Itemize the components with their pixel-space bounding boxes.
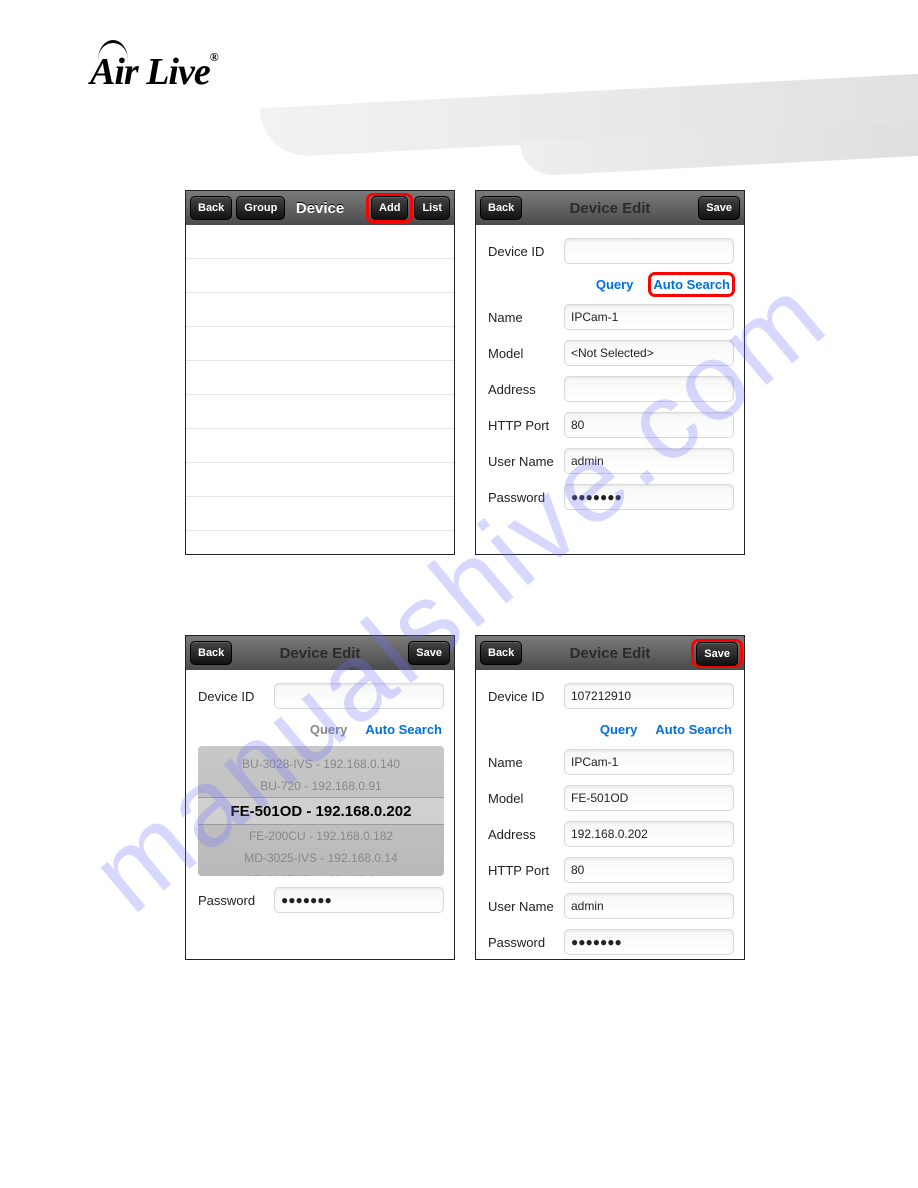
password-input[interactable]: ●●●●●●● bbox=[564, 484, 734, 510]
query-link[interactable]: Query bbox=[310, 722, 348, 737]
screenshot-device-list: Back Group Device Add List bbox=[185, 190, 455, 555]
device-id-input[interactable]: 107212910 bbox=[564, 683, 734, 709]
registered-mark: ® bbox=[210, 50, 218, 64]
empty-device-list bbox=[186, 225, 454, 554]
screenshot-device-edit-filled: Back Device Edit Save Device ID 10721291… bbox=[475, 635, 745, 960]
device-id-label: Device ID bbox=[488, 244, 564, 259]
address-input[interactable]: 192.168.0.202 bbox=[564, 821, 734, 847]
name-label: Name bbox=[488, 310, 564, 325]
save-button[interactable]: Save bbox=[698, 196, 740, 220]
picker-item[interactable]: BU-3028-IVS - 192.168.0.140 bbox=[198, 753, 444, 775]
brand-logo: Air Live® bbox=[90, 50, 218, 94]
device-id-label: Device ID bbox=[488, 689, 564, 704]
password-input[interactable]: ●●●●●●● bbox=[274, 887, 444, 913]
back-button[interactable]: Back bbox=[190, 196, 232, 220]
picker-item-selected[interactable]: FE-501OD - 192.168.0.202 bbox=[198, 797, 444, 825]
user-input[interactable]: admin bbox=[564, 448, 734, 474]
query-link[interactable]: Query bbox=[600, 722, 638, 737]
back-button[interactable]: Back bbox=[480, 196, 522, 220]
picker-item[interactable]: BU-3025-IVS - 192.168.0.147 bbox=[198, 746, 444, 753]
name-input[interactable]: IPCam-1 bbox=[564, 749, 734, 775]
user-label: User Name bbox=[488, 454, 564, 469]
save-button[interactable]: Save bbox=[696, 642, 738, 666]
name-input[interactable]: IPCam-1 bbox=[564, 304, 734, 330]
screenshot-device-edit-picker: Back Device Edit Save Device ID Query Au… bbox=[185, 635, 455, 960]
user-input[interactable]: admin bbox=[564, 893, 734, 919]
user-label: User Name bbox=[488, 899, 564, 914]
list-button[interactable]: List bbox=[414, 196, 450, 220]
autosearch-link[interactable]: Auto Search bbox=[365, 722, 442, 737]
model-label: Model bbox=[488, 346, 564, 361]
navbar: Back Group Device Add List bbox=[186, 191, 454, 225]
port-input[interactable]: 80 bbox=[564, 857, 734, 883]
navbar: Back Device Edit Save bbox=[476, 191, 744, 225]
save-button-highlight: Save bbox=[691, 639, 743, 667]
password-label: Password bbox=[488, 935, 564, 950]
add-button-highlight: Add bbox=[366, 193, 413, 223]
address-label: Address bbox=[488, 382, 564, 397]
navbar: Back Device Edit Save bbox=[186, 636, 454, 670]
autosearch-link[interactable]: Auto Search bbox=[653, 277, 730, 292]
group-button[interactable]: Group bbox=[236, 196, 285, 220]
port-label: HTTP Port bbox=[488, 863, 564, 878]
add-button[interactable]: Add bbox=[371, 196, 408, 220]
back-button[interactable]: Back bbox=[480, 641, 522, 665]
navbar: Back Device Edit Save bbox=[476, 636, 744, 670]
address-input[interactable] bbox=[564, 376, 734, 402]
port-input[interactable]: 80 bbox=[564, 412, 734, 438]
port-label: HTTP Port bbox=[488, 418, 564, 433]
password-label: Password bbox=[198, 893, 274, 908]
screenshot-device-edit-blank: Back Device Edit Save Device ID Query Au… bbox=[475, 190, 745, 555]
model-input[interactable]: FE-501OD bbox=[564, 785, 734, 811]
query-link[interactable]: Query bbox=[596, 277, 634, 292]
picker-item[interactable]: OD-2025HD - 192.168.0.114 bbox=[198, 869, 444, 876]
autosearch-highlight: Auto Search bbox=[648, 272, 735, 297]
model-label: Model bbox=[488, 791, 564, 806]
device-id-input[interactable] bbox=[274, 683, 444, 709]
picker-item[interactable]: FE-200CU - 192.168.0.182 bbox=[198, 825, 444, 847]
autosearch-link[interactable]: Auto Search bbox=[655, 722, 732, 737]
address-label: Address bbox=[488, 827, 564, 842]
picker-item[interactable]: MD-3025-IVS - 192.168.0.14 bbox=[198, 847, 444, 869]
back-button[interactable]: Back bbox=[190, 641, 232, 665]
name-label: Name bbox=[488, 755, 564, 770]
page-header: Air Live® bbox=[0, 0, 918, 170]
picker-item[interactable]: BU-720 - 192.168.0.91 bbox=[198, 775, 444, 797]
save-button[interactable]: Save bbox=[408, 641, 450, 665]
logo-arc-icon bbox=[98, 40, 128, 60]
password-input[interactable]: ●●●●●●● bbox=[564, 929, 734, 955]
device-picker[interactable]: BU-3025-IVS - 192.168.0.147 BU-3028-IVS … bbox=[198, 746, 444, 876]
password-label: Password bbox=[488, 490, 564, 505]
model-input[interactable]: <Not Selected> bbox=[564, 340, 734, 366]
device-id-label: Device ID bbox=[198, 689, 274, 704]
device-id-input[interactable] bbox=[564, 238, 734, 264]
